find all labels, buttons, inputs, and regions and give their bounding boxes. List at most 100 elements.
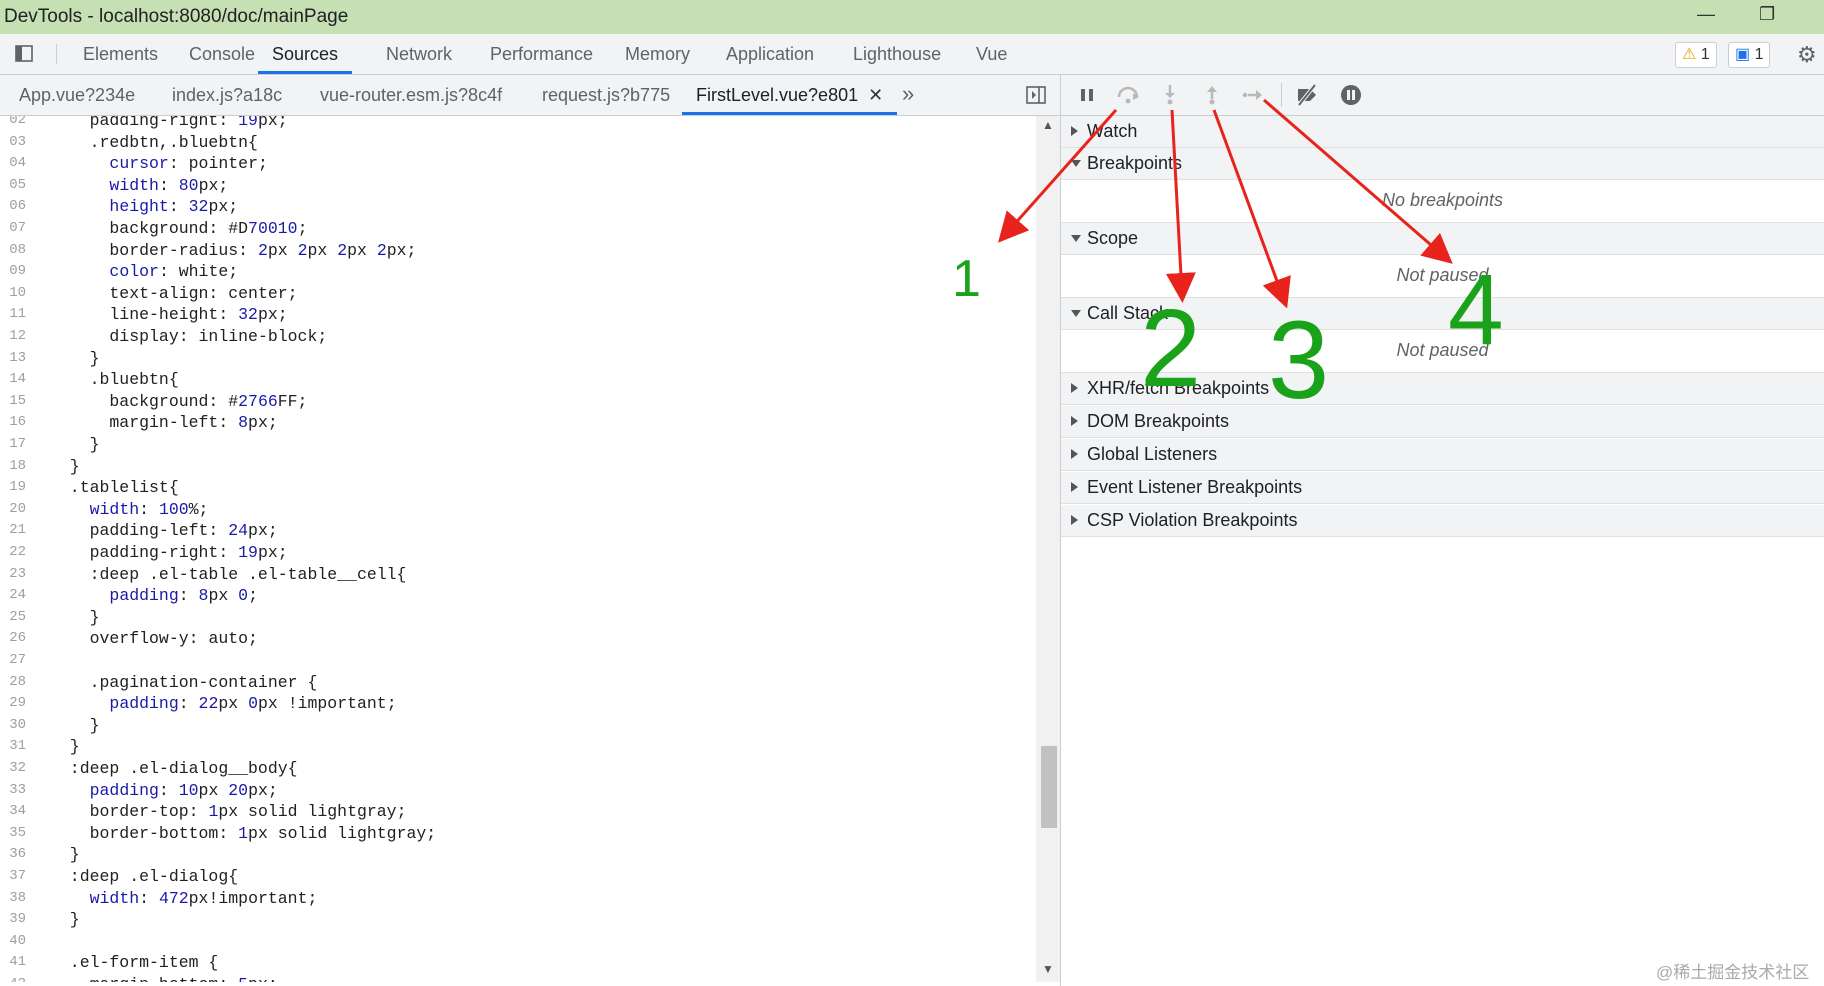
- line-number[interactable]: 34: [0, 801, 26, 823]
- step-over-icon[interactable]: [1116, 83, 1140, 107]
- section-breakpoints-label: Breakpoints: [1087, 153, 1183, 173]
- line-number[interactable]: 38: [0, 888, 26, 910]
- warnings-count: 1: [1700, 46, 1710, 63]
- section-xhr-label: XHR/fetch Breakpoints: [1087, 378, 1270, 398]
- scrollbar-thumb[interactable]: [1041, 746, 1057, 828]
- section-callstack[interactable]: Call Stack: [1061, 298, 1824, 330]
- file-tabbar: App.vue?234e index.js?a18c vue-router.es…: [0, 75, 1060, 116]
- pause-icon[interactable]: [1075, 83, 1099, 107]
- line-number[interactable]: 42: [0, 974, 26, 982]
- line-number[interactable]: 19: [0, 477, 26, 499]
- line-number[interactable]: 33: [0, 780, 26, 802]
- step-out-icon[interactable]: [1200, 83, 1224, 107]
- line-number[interactable]: 09: [0, 261, 26, 283]
- tab-application[interactable]: Application: [726, 34, 814, 74]
- line-number[interactable]: 16: [0, 412, 26, 434]
- line-number[interactable]: 26: [0, 628, 26, 650]
- line-number[interactable]: 20: [0, 499, 26, 521]
- step-icon[interactable]: [1242, 83, 1266, 107]
- line-number[interactable]: 02: [0, 116, 26, 132]
- file-tab[interactable]: index.js?a18c: [172, 75, 282, 115]
- line-number[interactable]: 30: [0, 715, 26, 737]
- line-number[interactable]: 12: [0, 326, 26, 348]
- line-number[interactable]: 24: [0, 585, 26, 607]
- expand-arrow-icon: [1071, 383, 1078, 393]
- line-number[interactable]: 10: [0, 283, 26, 305]
- section-csp-breakpoints[interactable]: CSP Violation Breakpoints: [1061, 505, 1824, 537]
- line-number[interactable]: 21: [0, 520, 26, 542]
- tab-lighthouse[interactable]: Lighthouse: [853, 34, 941, 74]
- debugger-empty-area: [1061, 538, 1824, 986]
- code-text: :deep .el-table .el-table__cell{: [50, 564, 407, 584]
- line-number[interactable]: 05: [0, 175, 26, 197]
- more-tabs-icon[interactable]: »: [902, 81, 914, 107]
- tab-elements[interactable]: Elements: [83, 34, 158, 74]
- line-number[interactable]: 13: [0, 348, 26, 370]
- code-text: :deep .el-dialog{: [50, 867, 239, 886]
- step-into-icon[interactable]: [1158, 83, 1182, 107]
- tab-memory[interactable]: Memory: [625, 34, 690, 74]
- editor-scrollbar[interactable]: ▲ ▼: [1036, 116, 1060, 982]
- line-number[interactable]: 39: [0, 909, 26, 931]
- file-tab[interactable]: App.vue?234e: [19, 75, 135, 115]
- section-global-listeners[interactable]: Global Listeners: [1061, 439, 1824, 471]
- file-tab[interactable]: vue-router.esm.js?8c4f: [320, 75, 502, 115]
- scroll-up-icon[interactable]: ▲: [1042, 118, 1054, 132]
- line-number[interactable]: 03: [0, 132, 26, 154]
- deactivate-breakpoints-icon[interactable]: [1295, 83, 1319, 107]
- scroll-down-icon[interactable]: ▼: [1042, 962, 1054, 976]
- section-xhr-breakpoints[interactable]: XHR/fetch Breakpoints: [1061, 373, 1824, 405]
- line-number[interactable]: 11: [0, 304, 26, 326]
- messages-badge[interactable]: ▣ 1: [1728, 42, 1771, 68]
- line-number[interactable]: 35: [0, 823, 26, 845]
- expand-arrow-icon: [1071, 449, 1078, 459]
- line-number[interactable]: 25: [0, 607, 26, 629]
- code-text: .pagination-container {: [50, 672, 318, 692]
- line-number[interactable]: 32: [0, 758, 26, 780]
- line-number[interactable]: 22: [0, 542, 26, 564]
- code-text: line-height: 32px;: [50, 305, 288, 325]
- line-number[interactable]: 04: [0, 153, 26, 175]
- tab-performance[interactable]: Performance: [490, 34, 593, 74]
- line-number[interactable]: 41: [0, 952, 26, 974]
- toggle-debugger-icon[interactable]: [1026, 85, 1046, 105]
- line-number[interactable]: 31: [0, 736, 26, 758]
- line-number[interactable]: 27: [0, 650, 26, 672]
- file-tab-active[interactable]: FirstLevel.vue?e801 ✕: [682, 75, 898, 115]
- tab-vue[interactable]: Vue: [976, 34, 1007, 74]
- line-number[interactable]: 29: [0, 693, 26, 715]
- line-number[interactable]: 23: [0, 564, 26, 586]
- line-number[interactable]: 40: [0, 931, 26, 953]
- expand-arrow-icon: [1071, 482, 1078, 492]
- code-editor[interactable]: 02 padding-right: 19px; 03 .redbtn,.blueb…: [0, 116, 1036, 982]
- line-number[interactable]: 15: [0, 391, 26, 413]
- section-dom-breakpoints[interactable]: DOM Breakpoints: [1061, 406, 1824, 438]
- line-number[interactable]: 08: [0, 240, 26, 262]
- line-number[interactable]: 07: [0, 218, 26, 240]
- section-breakpoints[interactable]: Breakpoints: [1061, 148, 1824, 180]
- gear-icon[interactable]: ⚙: [1797, 42, 1817, 68]
- tab-console[interactable]: Console: [189, 34, 255, 74]
- section-event-listener-breakpoints[interactable]: Event Listener Breakpoints: [1061, 472, 1824, 504]
- device-toggle-icon[interactable]: [14, 43, 34, 63]
- close-icon[interactable]: ✕: [868, 85, 883, 105]
- warnings-badge[interactable]: ⚠ 1: [1675, 42, 1717, 68]
- pause-on-exceptions-icon[interactable]: [1339, 83, 1363, 107]
- section-watch[interactable]: Watch: [1061, 116, 1824, 148]
- warning-icon: ⚠: [1682, 46, 1697, 63]
- line-number[interactable]: 17: [0, 434, 26, 456]
- line-number[interactable]: 28: [0, 672, 26, 694]
- breakpoints-pane: No breakpoints: [1061, 180, 1824, 223]
- line-number[interactable]: 14: [0, 369, 26, 391]
- minimize-icon[interactable]: —: [1697, 4, 1715, 25]
- section-scope[interactable]: Scope: [1061, 223, 1824, 255]
- restore-icon[interactable]: ❐: [1759, 4, 1775, 25]
- line-number[interactable]: 06: [0, 196, 26, 218]
- tab-network[interactable]: Network: [386, 34, 452, 74]
- line-number[interactable]: 18: [0, 456, 26, 478]
- line-number[interactable]: 37: [0, 866, 26, 888]
- file-tab[interactable]: request.js?b775: [542, 75, 670, 115]
- line-number[interactable]: 36: [0, 844, 26, 866]
- scope-pane: Not paused: [1061, 255, 1824, 298]
- tab-sources[interactable]: Sources: [258, 34, 353, 74]
